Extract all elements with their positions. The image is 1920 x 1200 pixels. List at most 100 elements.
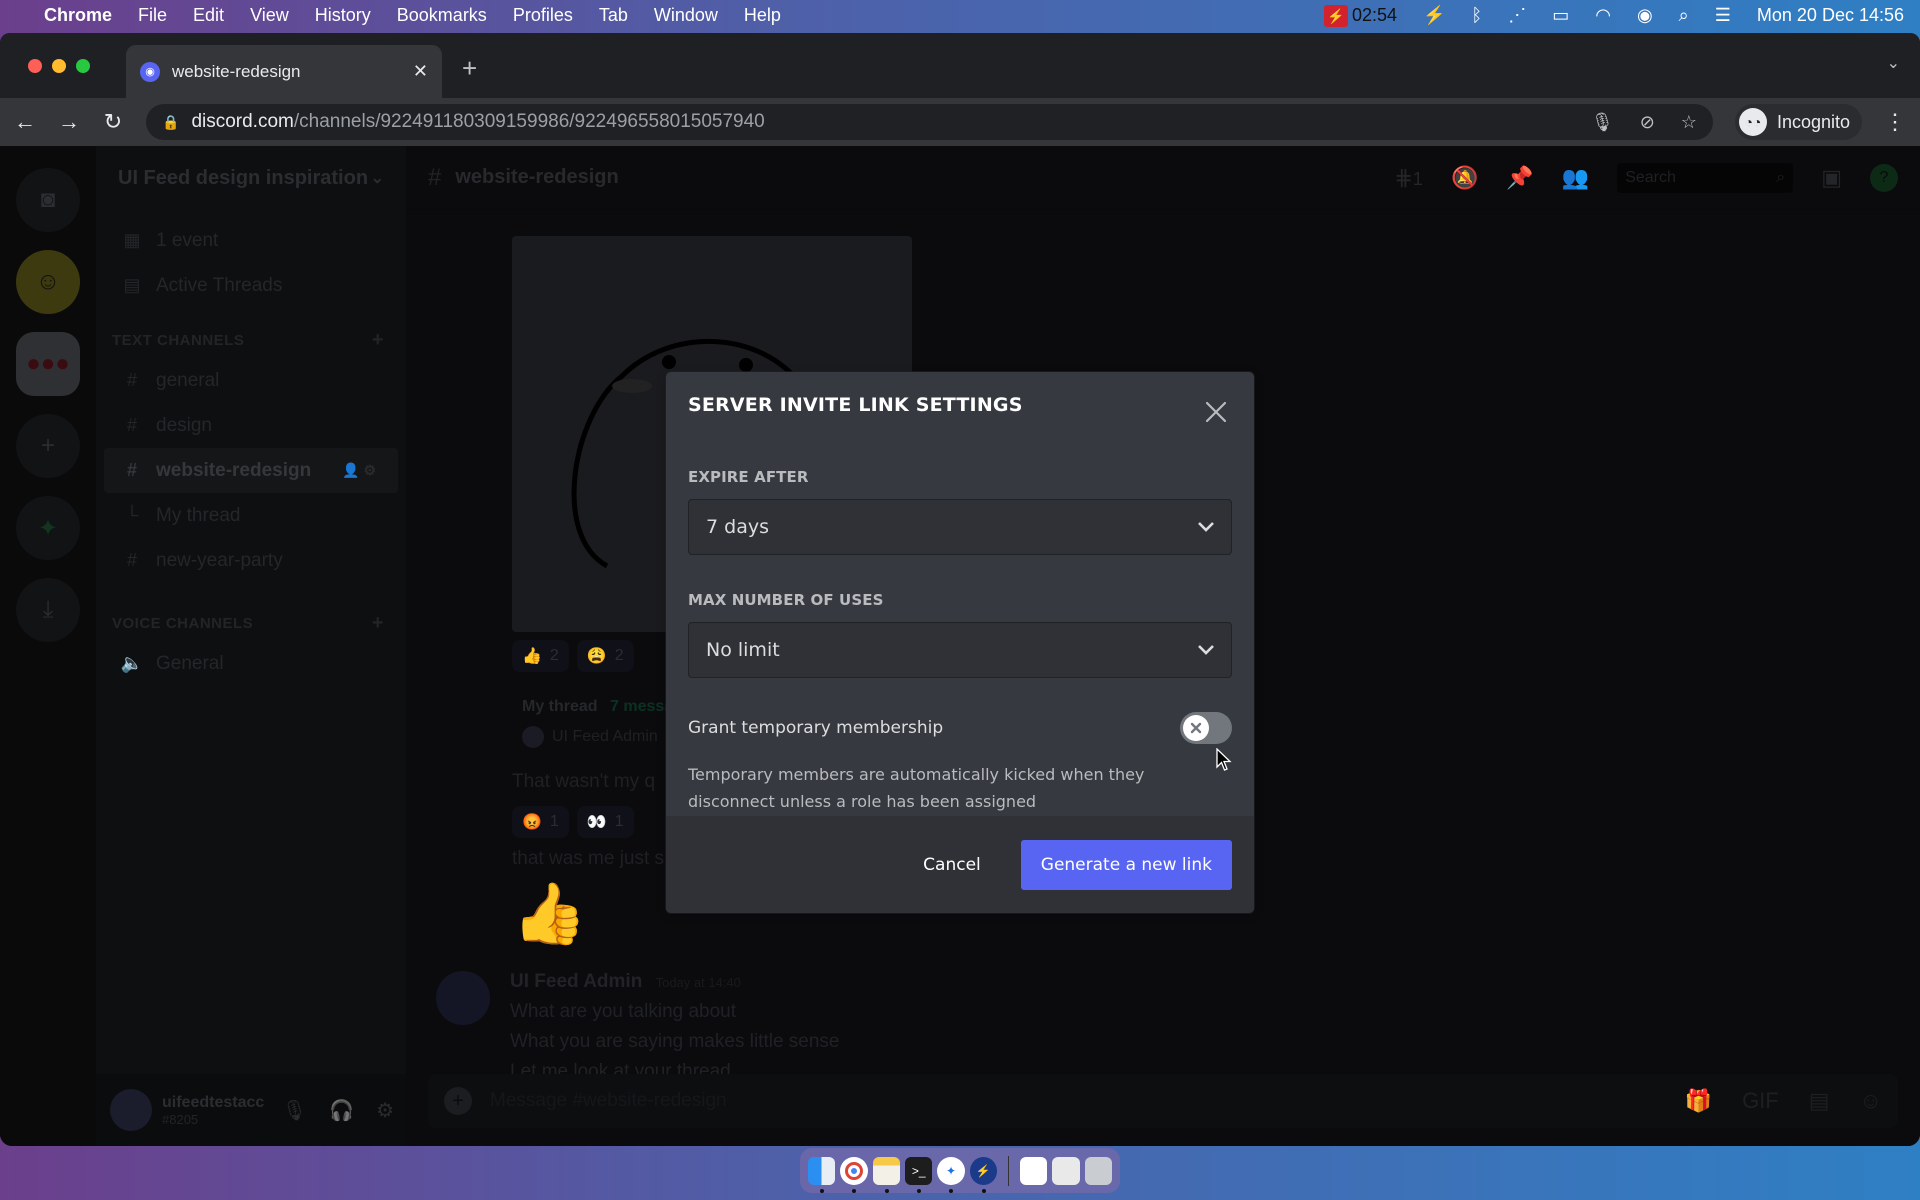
menu-help[interactable]: Help [744,5,781,26]
menu-tab[interactable]: Tab [599,5,628,26]
discord-home-icon[interactable]: ◙ [16,168,80,232]
avatar[interactable] [436,971,490,1025]
help-icon[interactable]: ? [1870,163,1898,192]
terminal-icon[interactable]: >_ [905,1156,933,1193]
microphone-icon[interactable]: 🎙 [282,1098,307,1123]
chrome-icon[interactable] [840,1156,868,1193]
incognito-profile-button[interactable]: ◔◔ Incognito [1734,104,1862,140]
dots-icon[interactable]: ⋰ [1508,5,1526,26]
bluetooth-off-icon[interactable]: ᛒ [1471,5,1482,26]
channel-general[interactable]: # general [96,358,406,403]
browser-tab[interactable]: ◉ website-redesign ✕ [126,45,442,98]
menu-file[interactable]: File [138,5,167,26]
document-icon[interactable] [1020,1156,1048,1185]
finder-icon[interactable] [808,1156,836,1193]
reload-button[interactable]: ↻ [102,109,124,135]
reaction-thumbs-up[interactable]: 👍 2 [512,640,569,672]
user-icon[interactable]: ◉ [1637,5,1653,26]
members-icon[interactable]: 👥 [1562,165,1589,191]
menu-edit[interactable]: Edit [193,5,224,26]
sidebar-item-events[interactable]: ▦ 1 event [96,218,406,263]
cancel-button[interactable]: Cancel [895,840,1009,890]
new-tab-button[interactable]: + [462,53,477,84]
spotlight-icon[interactable]: ⌕ [1679,5,1689,26]
message-author[interactable]: UI Feed Admin Today at 14:40 [510,971,840,993]
sidebar-item-active-threads[interactable]: ▤ Active Threads [96,263,406,308]
close-window-button[interactable] [28,58,42,73]
address-bar[interactable]: 🔒 discord.com /channels/9224911803091599… [146,104,1713,140]
max-uses-select[interactable]: No limit [688,622,1232,678]
bolt-icon[interactable]: ⚡ [1423,5,1445,26]
wifi-icon[interactable]: ◠ [1595,5,1611,26]
server-header[interactable]: UI Feed design inspiration ⌄ [96,146,406,210]
gear-icon[interactable]: ⚙ [376,1098,394,1123]
menu-window[interactable]: Window [654,5,718,26]
menu-profiles[interactable]: Profiles [513,5,573,26]
voice-channel-general[interactable]: 🔈 General [96,641,406,686]
message-composer[interactable]: + Message #website-redesign 🎁 GIF ▤ ☺ [428,1074,1898,1128]
explore-servers-icon[interactable]: ✦ [16,496,80,560]
maximize-window-button[interactable] [76,58,90,73]
menu-history[interactable]: History [315,5,371,26]
recent-window-icon[interactable] [1052,1156,1080,1185]
headphones-icon[interactable]: 🎧 [329,1098,354,1123]
control-center-icon[interactable]: ☰ [1715,5,1731,26]
battery-icon[interactable]: ▭ [1552,5,1569,26]
temporary-membership-toggle[interactable] [1180,712,1232,744]
mute-notifications-icon[interactable]: 🔕 [1451,165,1478,191]
lock-icon[interactable]: 🔒 [162,114,179,131]
channel-website-redesign[interactable]: # website-redesign 👤 ⚙ [104,448,398,493]
expire-after-value: 7 days [706,516,769,538]
channel-new-year-party[interactable]: # new-year-party [96,538,406,583]
menu-bookmarks[interactable]: Bookmarks [397,5,487,26]
notes-icon[interactable] [872,1156,901,1193]
minimize-window-button[interactable] [52,58,66,73]
chrome-menu-icon[interactable]: ⋮ [1884,109,1906,135]
gift-icon[interactable]: 🎁 [1685,1088,1712,1114]
active-threads-label: Active Threads [156,274,283,296]
menu-view[interactable]: View [250,5,289,26]
safari-icon[interactable]: ✦ [937,1156,965,1193]
microphone-icon[interactable]: 🎙 [1591,112,1614,133]
close-tab-icon[interactable]: ✕ [413,61,428,82]
emoji-icon[interactable]: ☺ [1860,1088,1882,1114]
bookmark-star-icon[interactable]: ☆ [1681,112,1697,133]
back-button[interactable]: ← [14,109,36,135]
category-text-channels[interactable]: TEXT CHANNELS + [96,322,406,358]
forward-button[interactable]: → [58,109,80,135]
close-modal-button[interactable] [1200,396,1232,428]
tracking-protection-icon[interactable]: ⊘ [1640,112,1655,133]
search-input[interactable]: Search ⌕ [1617,162,1794,193]
add-server-icon[interactable]: + [16,414,80,478]
server-icon-mailchimp[interactable]: ☺ [16,250,80,314]
channel-design[interactable]: # design [96,403,406,448]
threads-icon[interactable]: ⋕1 [1394,165,1423,191]
upload-plus-icon[interactable]: + [444,1087,472,1115]
download-apps-icon[interactable]: ⤓ [16,578,80,642]
reeder-bolt-icon[interactable]: ⚡ [969,1156,998,1193]
invite-and-settings-icons[interactable]: 👤 ⚙ [342,462,376,479]
reaction-weary[interactable]: 😩 2 [576,640,634,672]
category-voice-channels[interactable]: VOICE CHANNELS + [96,605,406,641]
reactions-row: 😡 1 👀 1 [512,806,634,838]
gif-icon[interactable]: GIF [1742,1088,1779,1114]
trash-icon[interactable] [1084,1156,1113,1185]
thread-my-thread[interactable]: └ My thread [96,493,406,538]
add-channel-icon[interactable]: + [372,329,384,352]
menu-app-name[interactable]: Chrome [44,5,112,26]
generate-new-link-button[interactable]: Generate a new link [1020,839,1232,890]
reaction-eyes[interactable]: 👀 1 [576,806,634,838]
server-icon-ui-feed[interactable]: ●●● [16,332,80,396]
screen-recorder-status[interactable]: ⚡ 02:54 [1323,4,1397,27]
avatar[interactable] [110,1089,152,1131]
sticker-icon[interactable]: ▤ [1809,1088,1830,1114]
hash-icon: # [126,550,137,570]
tab-search-chevron-icon[interactable]: ⌄ [1887,53,1900,73]
add-channel-icon[interactable]: + [372,612,384,635]
clock[interactable]: Mon 20 Dec 14:56 [1757,5,1904,26]
pin-icon[interactable]: 📌 [1506,165,1533,191]
message-timestamp: Today at 14:40 [655,975,741,990]
reaction-angry[interactable]: 😡 1 [512,806,569,838]
expire-after-select[interactable]: 7 days [688,499,1232,555]
inbox-icon[interactable]: ▣ [1821,165,1842,191]
